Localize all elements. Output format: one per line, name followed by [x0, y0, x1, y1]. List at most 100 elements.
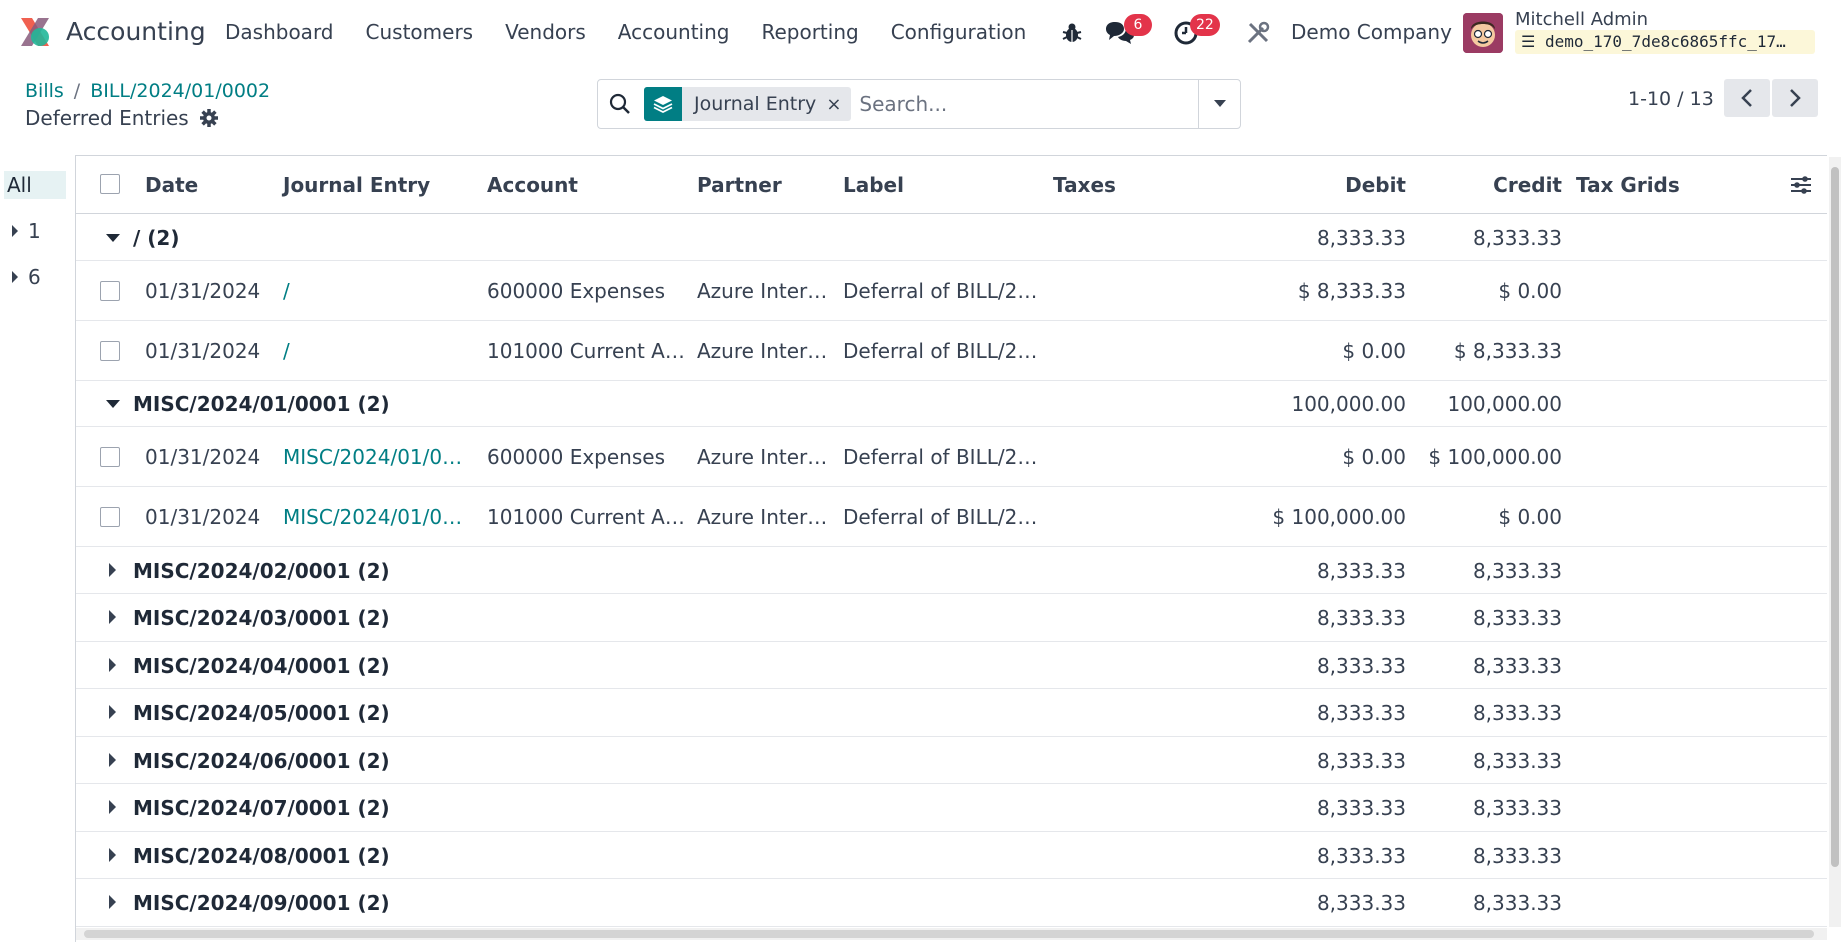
group-row[interactable]: / (2) 8,333.33 8,333.33: [76, 215, 1827, 261]
group-credit: 8,333.33: [1472, 701, 1562, 725]
cell-journal-entry[interactable]: /: [283, 279, 473, 303]
search-icon-wrap[interactable]: [598, 93, 642, 115]
column-tax-grids[interactable]: Tax Grids: [1576, 173, 1680, 197]
page-title: Deferred Entries: [25, 106, 219, 130]
group-name: MISC/2024/02/0001 (2): [133, 559, 390, 583]
search-options-toggle[interactable]: [1198, 80, 1240, 128]
facet-close-icon[interactable]: ×: [826, 94, 851, 115]
cell-account: 101000 Current A…: [487, 505, 685, 529]
breadcrumb-bill[interactable]: BILL/2024/01/0002: [90, 80, 270, 102]
search-input[interactable]: [859, 92, 1190, 116]
group-row[interactable]: MISC/2024/07/0001 (2) 8,333.33 8,333.33: [76, 784, 1827, 832]
group-credit: 8,333.33: [1472, 606, 1562, 630]
search-panel: All 1 6: [0, 155, 76, 942]
column-taxes[interactable]: Taxes: [1053, 173, 1116, 197]
caret-right-icon: [109, 563, 116, 577]
table-row[interactable]: 01/31/2024 / 101000 Current A… Azure Int…: [76, 321, 1827, 381]
avatar[interactable]: [1463, 13, 1503, 53]
column-label[interactable]: Label: [843, 173, 904, 197]
column-date[interactable]: Date: [145, 173, 198, 197]
database-name: ☰ demo_170_7de8c6865ffc_17…: [1515, 30, 1815, 54]
search-panel-label: 1: [28, 219, 41, 243]
caret-down-icon: [1213, 100, 1226, 107]
database-icon: ☰: [1521, 32, 1536, 51]
column-credit[interactable]: Credit: [1462, 173, 1562, 197]
group-row[interactable]: MISC/2024/04/0001 (2) 8,333.33 8,333.33: [76, 642, 1827, 689]
user-name[interactable]: Mitchell Admin: [1515, 9, 1648, 30]
cell-journal-entry[interactable]: /: [283, 339, 473, 363]
menu-accounting[interactable]: Accounting: [618, 20, 730, 44]
group-row[interactable]: MISC/2024/01/0001 (2) 100,000.00 100,000…: [76, 381, 1827, 427]
menu-dashboard[interactable]: Dashboard: [225, 20, 334, 44]
page-title-text: Deferred Entries: [25, 106, 189, 130]
cell-journal-entry[interactable]: MISC/2024/01/00…: [283, 505, 473, 529]
menu-configuration[interactable]: Configuration: [891, 20, 1027, 44]
cell-label: Deferral of BILL/2…: [843, 505, 1038, 529]
menu-vendors[interactable]: Vendors: [505, 20, 586, 44]
column-journal-entry[interactable]: Journal Entry: [283, 173, 430, 197]
cell-journal-entry[interactable]: MISC/2024/01/00…: [283, 445, 473, 469]
column-partner[interactable]: Partner: [697, 173, 782, 197]
pager-previous-button[interactable]: [1724, 79, 1770, 117]
pager-next-button[interactable]: [1772, 79, 1818, 117]
cell-partner: Azure Inter…: [697, 445, 828, 469]
breadcrumb: Bills / BILL/2024/01/0002: [25, 80, 270, 102]
table-row[interactable]: 01/31/2024 / 600000 Expenses Azure Inter…: [76, 261, 1827, 321]
chevron-left-icon: [1741, 89, 1752, 107]
column-debit[interactable]: Debit: [1306, 173, 1406, 197]
group-row[interactable]: MISC/2024/09/0001 (2) 8,333.33 8,333.33: [76, 879, 1827, 927]
company-switcher[interactable]: Demo Company: [1291, 20, 1452, 44]
horizontal-scrollbar-thumb[interactable]: [84, 930, 1814, 938]
breadcrumb-bills[interactable]: Bills: [25, 80, 64, 102]
search-panel-item-1[interactable]: 1: [12, 219, 41, 243]
group-credit: 8,333.33: [1472, 844, 1562, 868]
search-panel-item-all[interactable]: All: [4, 171, 66, 199]
vertical-scrollbar[interactable]: [1829, 157, 1841, 927]
group-credit: 100,000.00: [1447, 392, 1562, 416]
table-row[interactable]: 01/31/2024 MISC/2024/01/00… 600000 Expen…: [76, 427, 1827, 487]
main-menu: Dashboard Customers Vendors Accounting R…: [225, 20, 1058, 44]
menu-reporting[interactable]: Reporting: [761, 20, 858, 44]
menu-customers[interactable]: Customers: [366, 20, 474, 44]
cell-partner: Azure Inter…: [697, 339, 828, 363]
group-row[interactable]: MISC/2024/03/0001 (2) 8,333.33 8,333.33: [76, 594, 1827, 642]
search-panel-item-6[interactable]: 6: [12, 265, 41, 289]
cell-date: 01/31/2024: [145, 505, 261, 529]
settings-tools-button[interactable]: [1240, 14, 1276, 52]
caret-right-icon: [109, 610, 116, 624]
facet-group-by: [644, 87, 682, 121]
row-checkbox[interactable]: [100, 447, 120, 467]
cell-credit: $ 0.00: [1498, 279, 1562, 303]
group-row[interactable]: MISC/2024/08/0001 (2) 8,333.33 8,333.33: [76, 832, 1827, 879]
row-checkbox[interactable]: [100, 341, 120, 361]
accounting-logo-icon[interactable]: [18, 15, 52, 49]
vertical-scrollbar-thumb[interactable]: [1831, 167, 1839, 867]
group-name: / (2): [133, 226, 180, 250]
cell-account: 101000 Current A…: [487, 339, 685, 363]
breadcrumb-separator: /: [73, 80, 81, 102]
debug-button[interactable]: [1054, 14, 1090, 52]
column-account[interactable]: Account: [487, 173, 578, 197]
table-row[interactable]: 01/31/2024 MISC/2024/01/00… 101000 Curre…: [76, 487, 1827, 547]
search-panel-label: 6: [28, 265, 41, 289]
app-name[interactable]: Accounting: [66, 17, 206, 46]
tools-icon: [1247, 21, 1270, 44]
row-checkbox[interactable]: [100, 507, 120, 527]
cell-label: Deferral of BILL/2…: [843, 445, 1038, 469]
search-icon: [609, 93, 630, 114]
cell-account: 600000 Expenses: [487, 445, 665, 469]
group-row[interactable]: MISC/2024/06/0001 (2) 8,333.33 8,333.33: [76, 737, 1827, 784]
caret-right-icon: [109, 895, 116, 909]
cell-label: Deferral of BILL/2…: [843, 339, 1038, 363]
select-all-checkbox[interactable]: [100, 174, 120, 194]
pager-value[interactable]: 1-10 / 13: [1628, 88, 1714, 110]
group-credit: 8,333.33: [1472, 654, 1562, 678]
row-checkbox[interactable]: [100, 281, 120, 301]
sliders-icon[interactable]: [1790, 174, 1812, 196]
gear-icon[interactable]: [199, 108, 219, 128]
group-row[interactable]: MISC/2024/02/0001 (2) 8,333.33 8,333.33: [76, 547, 1827, 594]
caret-down-icon: [106, 400, 120, 408]
cell-date: 01/31/2024: [145, 339, 261, 363]
horizontal-scrollbar[interactable]: [76, 928, 1827, 940]
group-row[interactable]: MISC/2024/05/0001 (2) 8,333.33 8,333.33: [76, 689, 1827, 737]
